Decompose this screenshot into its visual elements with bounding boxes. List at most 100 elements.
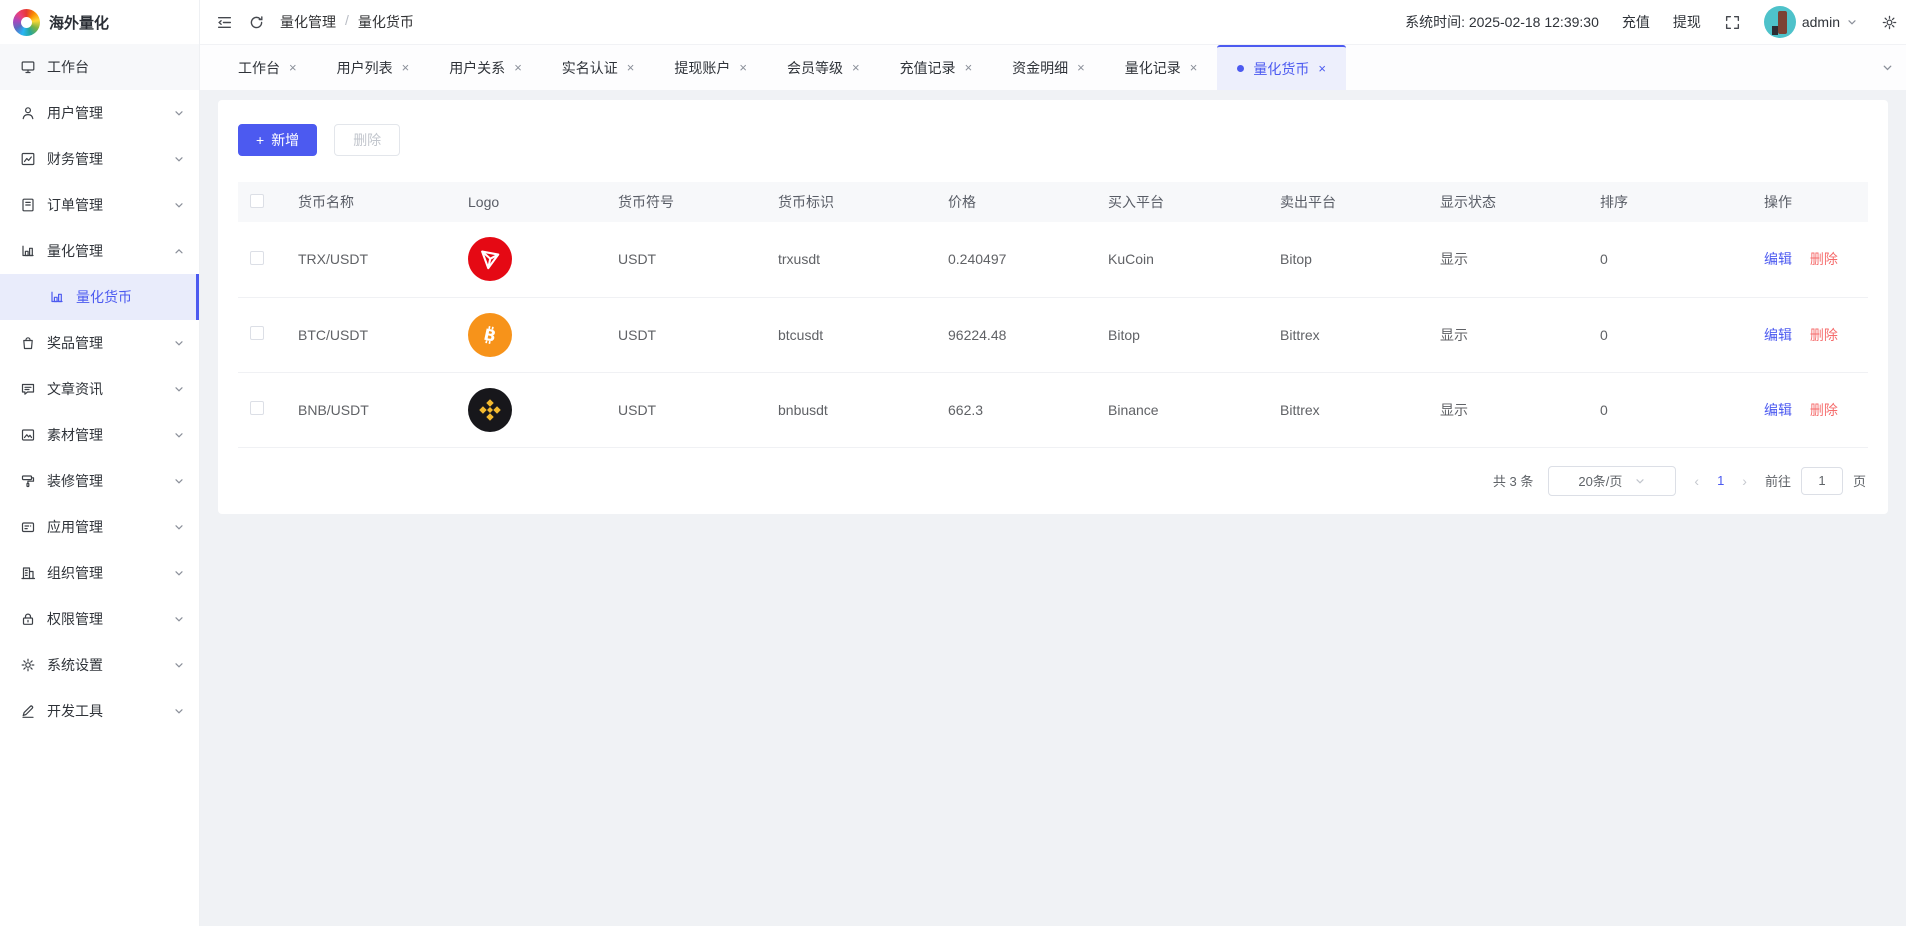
display-status: 显示 [1428, 222, 1588, 297]
display-status: 显示 [1428, 372, 1588, 447]
sidebar-item-prize-management[interactable]: 奖品管理 [0, 320, 199, 366]
tab-member-levels[interactable]: 会员等级 × [767, 45, 880, 90]
sidebar-item-app-management[interactable]: 应用管理 [0, 504, 199, 550]
chevron-down-icon [173, 705, 185, 717]
tab-quant-records[interactable]: 量化记录 × [1105, 45, 1218, 90]
currency-name: TRX/USDT [286, 222, 456, 297]
close-icon[interactable]: × [402, 61, 410, 74]
sidebar-item-workbench[interactable]: 工作台 [0, 44, 199, 90]
tab-recharge-records[interactable]: 充值记录 × [880, 45, 993, 90]
sell-platform: Bittrex [1268, 372, 1428, 447]
monitor-icon [20, 59, 36, 75]
sidebar-item-dev-tools[interactable]: 开发工具 [0, 688, 199, 734]
col-price: 价格 [936, 182, 1096, 222]
col-symbol: 货币符号 [606, 182, 766, 222]
sidebar-item-organization-management[interactable]: 组织管理 [0, 550, 199, 596]
withdraw-button[interactable]: 提现 [1673, 12, 1701, 32]
close-icon[interactable]: × [289, 61, 297, 74]
currency-table: 货币名称 Logo 货币符号 货币标识 价格 买入平台 卖出平台 显示状态 排序… [238, 182, 1868, 448]
chevron-down-icon [173, 521, 185, 533]
sidebar-item-decoration-management[interactable]: 装修管理 [0, 458, 199, 504]
chevron-down-icon [173, 337, 185, 349]
tab-user-list[interactable]: 用户列表 × [317, 45, 430, 90]
prev-page-button[interactable]: ‹ [1691, 473, 1702, 489]
sidebar-item-finance-management[interactable]: 财务管理 [0, 136, 199, 182]
tab-user-relations[interactable]: 用户关系 × [429, 45, 542, 90]
breadcrumb-section[interactable]: 量化管理 [280, 12, 336, 32]
topbar: 量化管理 / 量化货币 系统时间: 2025-02-18 12:39:30 充值… [200, 0, 1906, 44]
close-icon[interactable]: × [1318, 62, 1326, 75]
page-size-select[interactable]: 20条/页 [1548, 466, 1676, 496]
row-checkbox[interactable] [250, 251, 264, 265]
delete-link[interactable]: 删除 [1810, 402, 1838, 418]
sidebar-item-permission-management[interactable]: 权限管理 [0, 596, 199, 642]
edit-link[interactable]: 编辑 [1764, 327, 1792, 343]
col-buy-platform: 买入平台 [1096, 182, 1268, 222]
sidebar-item-quant-management[interactable]: 量化管理 [0, 228, 199, 274]
fullscreen-icon[interactable] [1724, 14, 1741, 31]
tab-actions-chevron-icon[interactable] [1881, 45, 1894, 90]
sidebar-item-label: 权限管理 [47, 609, 162, 629]
table-row: BNB/USDT USDT bnbusdt 662.3 Binance Bitt… [238, 372, 1868, 447]
tab-workbench[interactable]: 工作台 × [218, 45, 317, 90]
currency-name: BTC/USDT [286, 297, 456, 372]
prize-bag-icon [20, 335, 36, 351]
page-size-value: 20条/页 [1578, 471, 1622, 490]
col-logo: Logo [456, 182, 606, 222]
sidebar-menu: 工作台 用户管理 财务管理 订单管理 [0, 44, 199, 734]
edit-link[interactable]: 编辑 [1764, 402, 1792, 418]
sidebar-item-label: 量化管理 [47, 241, 162, 261]
recharge-button[interactable]: 充值 [1622, 12, 1650, 32]
sidebar-item-quant-currency[interactable]: 量化货币 [0, 274, 199, 320]
toolbar: + 新增 删除 [238, 124, 1868, 156]
close-icon[interactable]: × [1190, 61, 1198, 74]
tab-fund-details[interactable]: 资金明细 × [992, 45, 1105, 90]
col-name: 货币名称 [286, 182, 456, 222]
sidebar-item-material-management[interactable]: 素材管理 [0, 412, 199, 458]
user-menu[interactable]: admin [1764, 6, 1858, 38]
sidebar-item-order-management[interactable]: 订单管理 [0, 182, 199, 228]
tab-quant-currency[interactable]: 量化货币 × [1217, 45, 1346, 90]
select-all-checkbox[interactable] [250, 194, 264, 208]
currency-code: btcusdt [766, 297, 936, 372]
close-icon[interactable]: × [739, 61, 747, 74]
delete-link[interactable]: 删除 [1810, 327, 1838, 343]
refresh-icon[interactable] [248, 14, 265, 31]
bnb-logo-icon [468, 388, 512, 432]
sidebar-item-label: 系统设置 [47, 655, 162, 675]
chevron-down-icon [173, 429, 185, 441]
close-icon[interactable]: × [852, 61, 860, 74]
next-page-button[interactable]: › [1739, 473, 1750, 489]
row-checkbox[interactable] [250, 401, 264, 415]
quant-coin-icon [49, 289, 65, 305]
tab-label: 提现账户 [674, 58, 730, 78]
sidebar-item-user-management[interactable]: 用户管理 [0, 90, 199, 136]
goto-page-input[interactable] [1801, 467, 1843, 495]
chevron-down-icon [173, 383, 185, 395]
add-button[interactable]: + 新增 [238, 124, 317, 156]
collapse-sidebar-icon[interactable] [216, 14, 233, 31]
close-icon[interactable]: × [1077, 61, 1085, 74]
chevron-down-icon [1846, 16, 1858, 28]
tab-withdraw-accounts[interactable]: 提现账户 × [654, 45, 767, 90]
currency-price: 0.240497 [936, 222, 1096, 297]
username: admin [1802, 14, 1840, 30]
page-number-1[interactable]: 1 [1712, 473, 1729, 488]
currency-price: 662.3 [936, 372, 1096, 447]
delete-link[interactable]: 删除 [1810, 251, 1838, 267]
col-display-status: 显示状态 [1428, 182, 1588, 222]
close-icon[interactable]: × [965, 61, 973, 74]
close-icon[interactable]: × [514, 61, 522, 74]
row-checkbox[interactable] [250, 326, 264, 340]
tab-label: 会员等级 [787, 58, 843, 78]
close-icon[interactable]: × [627, 61, 635, 74]
order-document-icon [20, 197, 36, 213]
sidebar-item-article-news[interactable]: 文章资讯 [0, 366, 199, 412]
sidebar-item-system-settings[interactable]: 系统设置 [0, 642, 199, 688]
tab-real-name-auth[interactable]: 实名认证 × [542, 45, 655, 90]
edit-link[interactable]: 编辑 [1764, 251, 1792, 267]
settings-gear-icon[interactable] [1881, 14, 1898, 31]
table-header-row: 货币名称 Logo 货币符号 货币标识 价格 买入平台 卖出平台 显示状态 排序… [238, 182, 1868, 222]
table-row: BTC/USDT B USDT btcusdt 96224.48 Bitop B… [238, 297, 1868, 372]
delete-button[interactable]: 删除 [334, 124, 400, 156]
